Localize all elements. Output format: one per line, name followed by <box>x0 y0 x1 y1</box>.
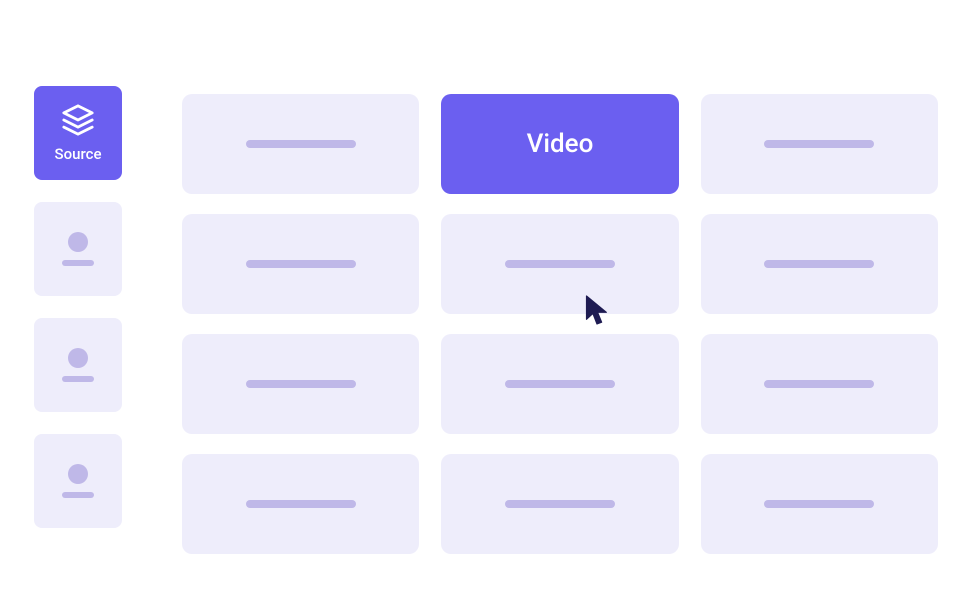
avatar-placeholder-icon <box>68 348 88 368</box>
grid-row <box>182 214 938 314</box>
layers-icon <box>61 103 95 137</box>
grid-card-label: Video <box>527 129 594 159</box>
grid-card[interactable] <box>182 334 419 434</box>
placeholder-bar <box>246 260 356 268</box>
grid-card[interactable] <box>701 334 938 434</box>
grid-card[interactable] <box>182 214 419 314</box>
main-grid: Video <box>182 94 938 600</box>
placeholder-bar <box>62 492 94 498</box>
grid-card[interactable] <box>441 214 678 314</box>
placeholder-bar <box>764 500 874 508</box>
placeholder-bar <box>62 376 94 382</box>
grid-card[interactable] <box>182 94 419 194</box>
placeholder-bar <box>505 380 615 388</box>
sidebar-item-label: Source <box>55 145 102 163</box>
avatar-placeholder-icon <box>68 232 88 252</box>
placeholder-bar <box>764 260 874 268</box>
grid-card[interactable] <box>701 94 938 194</box>
grid-card-video[interactable]: Video <box>441 94 678 194</box>
avatar-placeholder-icon <box>68 464 88 484</box>
placeholder-bar <box>246 140 356 148</box>
grid-card[interactable] <box>441 334 678 434</box>
sidebar-item-placeholder[interactable] <box>34 434 122 528</box>
placeholder-bar <box>62 260 94 266</box>
placeholder-bar <box>246 380 356 388</box>
placeholder-bar <box>764 140 874 148</box>
grid-card[interactable] <box>701 454 938 554</box>
grid-card[interactable] <box>182 454 419 554</box>
sidebar: Source <box>34 86 122 600</box>
sidebar-item-source[interactable]: Source <box>34 86 122 180</box>
grid-card[interactable] <box>701 214 938 314</box>
placeholder-bar <box>764 380 874 388</box>
grid-row <box>182 454 938 554</box>
grid-row <box>182 334 938 434</box>
placeholder-bar <box>246 500 356 508</box>
placeholder-bar <box>505 500 615 508</box>
sidebar-item-placeholder[interactable] <box>34 202 122 296</box>
grid-card[interactable] <box>441 454 678 554</box>
sidebar-item-placeholder[interactable] <box>34 318 122 412</box>
grid-row: Video <box>182 94 938 194</box>
placeholder-bar <box>505 260 615 268</box>
